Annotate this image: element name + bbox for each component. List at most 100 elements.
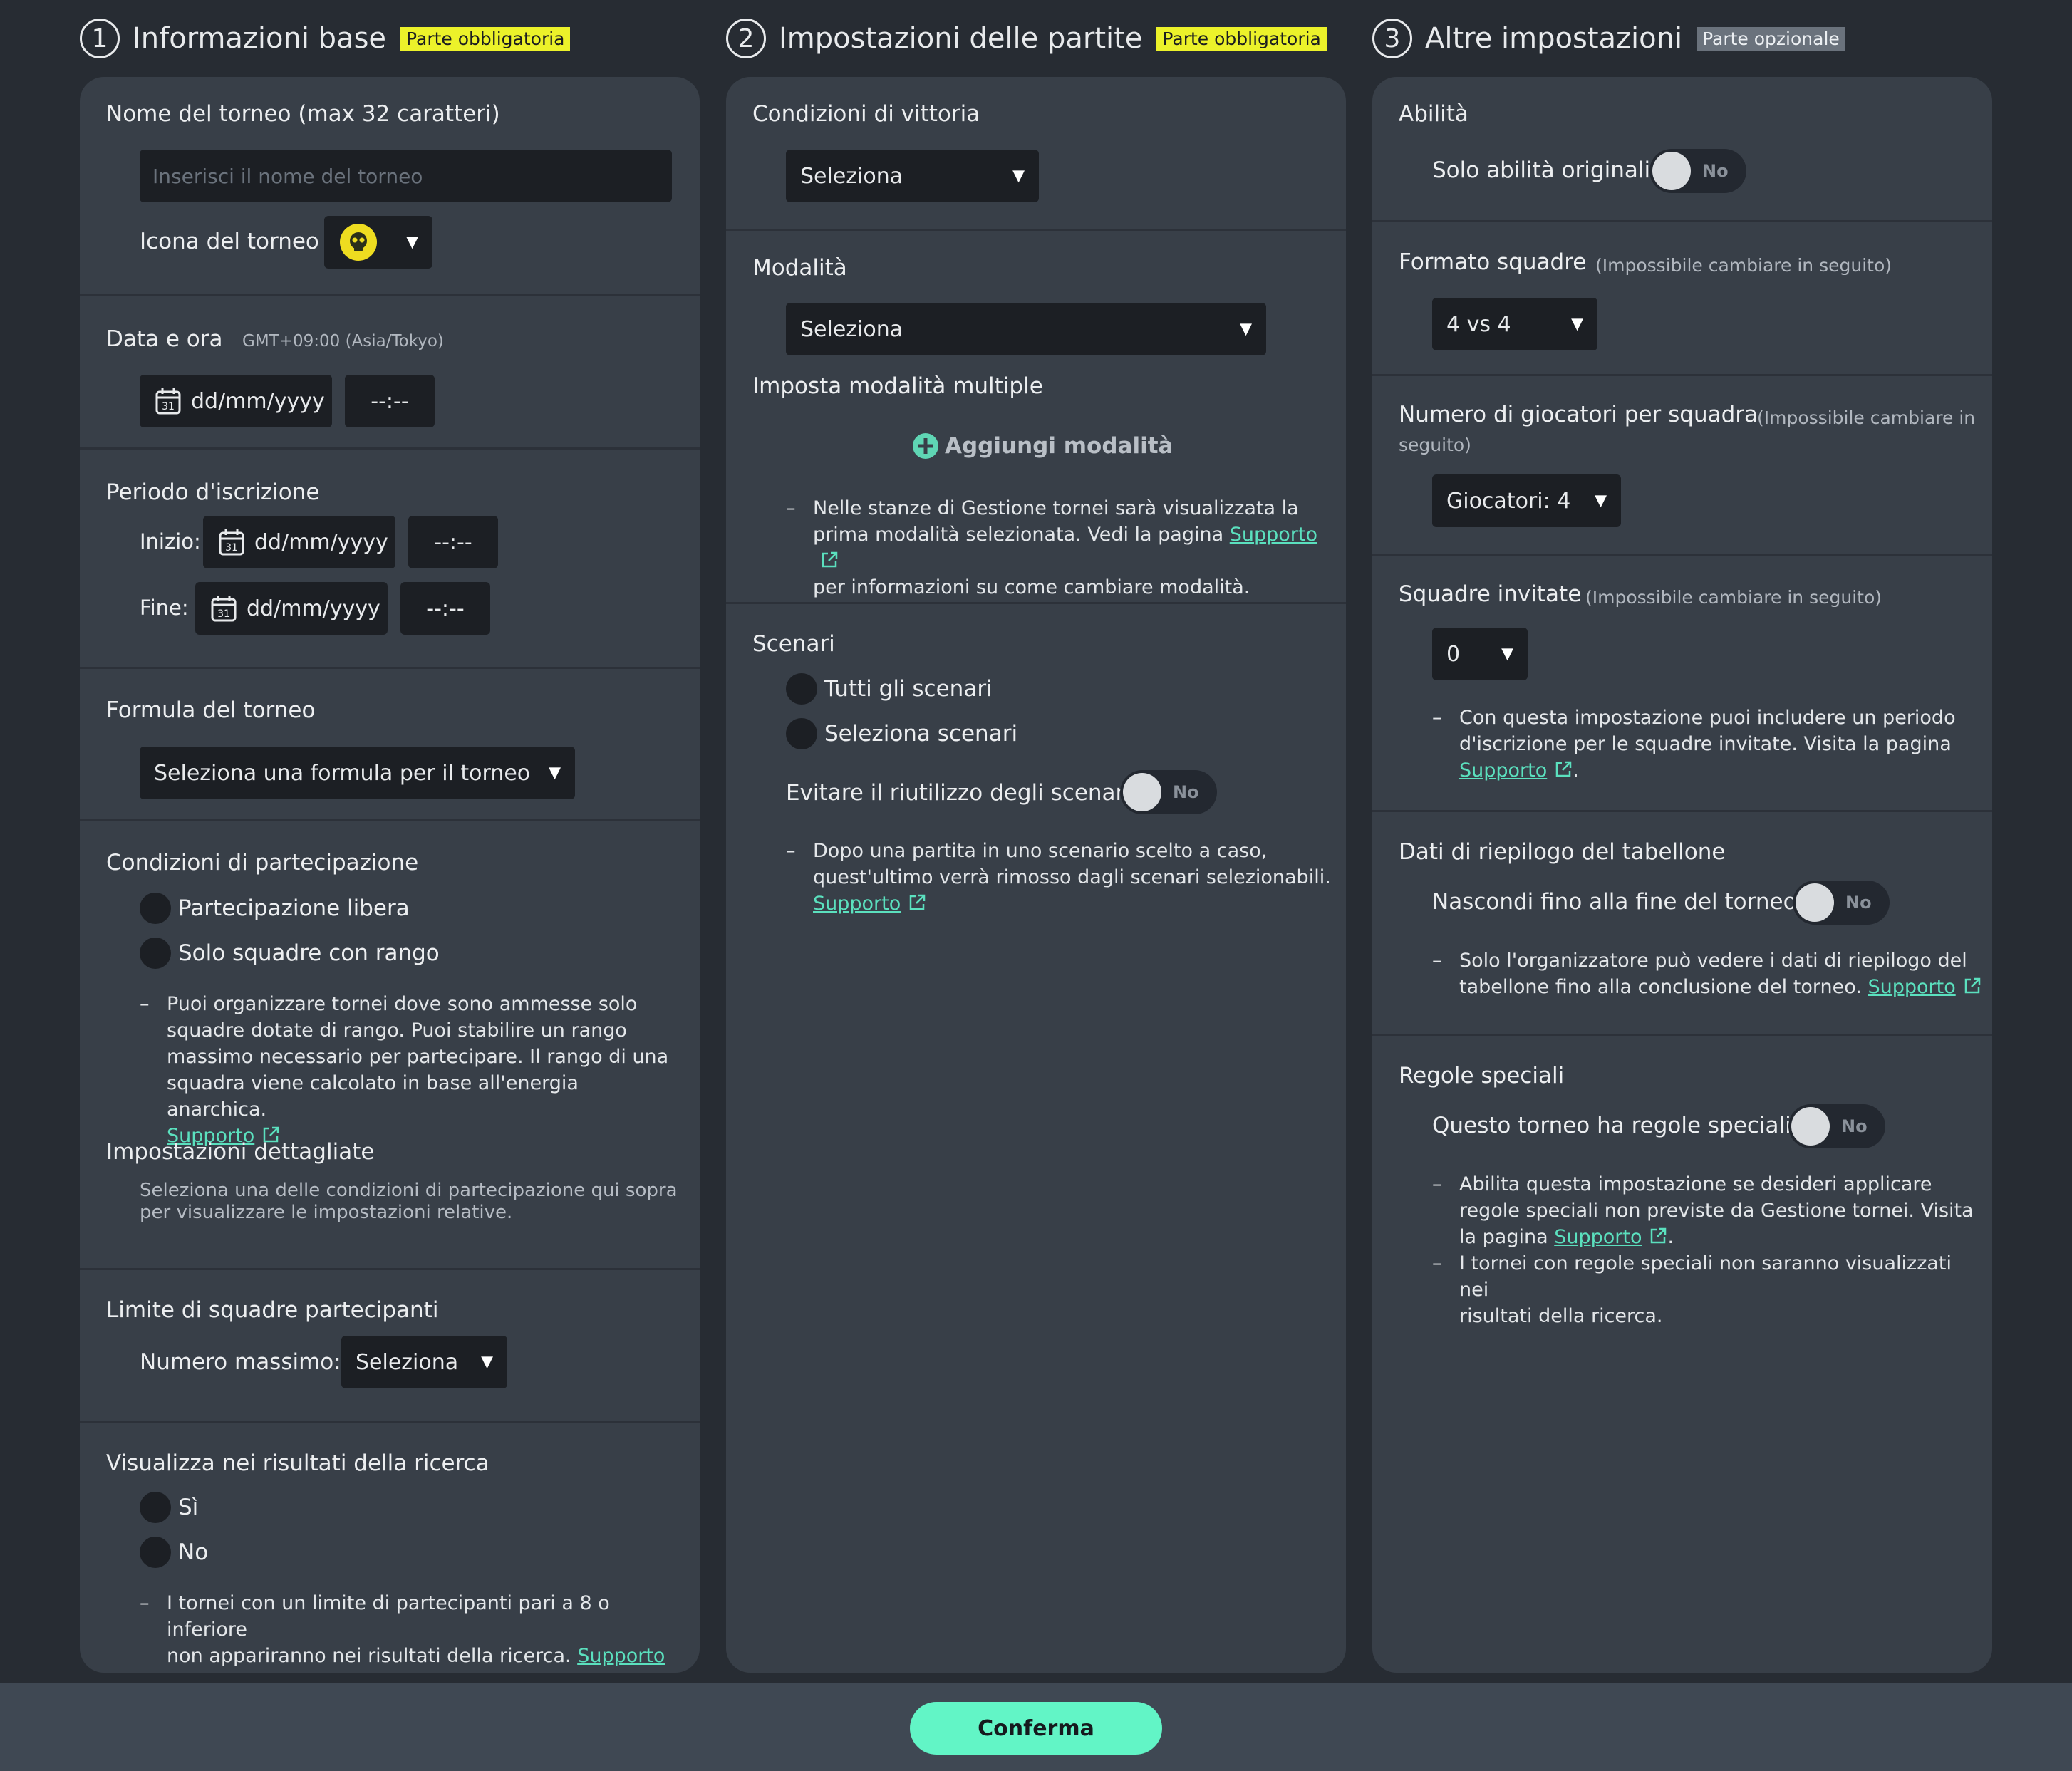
section-label: Limite di squadre partecipanti	[106, 1297, 439, 1323]
special-rules-toggle[interactable]: No	[1788, 1104, 1885, 1148]
formula-dropdown[interactable]: Seleziona una formula per il torneo ▼	[140, 747, 575, 799]
support-link[interactable]: Supporto	[1868, 976, 1955, 998]
radio-button[interactable]	[786, 718, 817, 749]
section-label: Scenari	[752, 631, 835, 657]
radio-button[interactable]	[140, 938, 171, 969]
optional-badge: Parte opzionale	[1697, 26, 1845, 51]
tournament-name-input[interactable]	[140, 150, 672, 202]
radio-select-scenarios[interactable]: Seleziona scenari	[786, 718, 1017, 749]
section-label: Condizioni di vittoria	[752, 101, 980, 127]
special-rules-search-note: – I tornei con regole speciali non saran…	[1432, 1252, 1952, 1327]
support-link[interactable]: Supporto	[1459, 759, 1547, 781]
multiple-modes-label: Imposta modalità multiple	[752, 373, 1043, 399]
external-link-icon	[1963, 977, 1982, 995]
external-link-icon	[1649, 1227, 1667, 1245]
section-abilities: Abilità Solo abilità originali No	[1372, 77, 1992, 222]
cannot-change-note: (Impossibile cambiare in seguito)	[1595, 255, 1892, 276]
summary-note: – Solo l'organizzatore può vedere i dati…	[1432, 947, 1985, 1000]
tournament-icon-preview	[340, 224, 377, 261]
start-date-input[interactable]: dd/mm/yyyy	[203, 516, 395, 568]
section-victory-conditions: Condizioni di vittoria Seleziona ▼	[726, 77, 1346, 231]
radio-label: Sì	[178, 1495, 199, 1520]
mode-dropdown[interactable]: Seleziona ▼	[786, 303, 1266, 355]
radio-button[interactable]	[786, 673, 817, 705]
column-basic-info: 1 Informazioni base Parte obbligatoria N…	[80, 0, 700, 1673]
basic-info-panel: Nome del torneo (max 32 caratteri) Icona…	[80, 77, 700, 1673]
radio-ranked-only[interactable]: Solo squadre con rango	[140, 938, 440, 969]
max-number-label: Numero massimo:	[140, 1349, 341, 1375]
avoid-reuse-toggle[interactable]: No	[1120, 770, 1217, 814]
radio-all-scenarios[interactable]: Tutti gli scenari	[786, 673, 993, 705]
skull-emblem-icon	[350, 232, 367, 251]
radio-label: Partecipazione libera	[178, 895, 410, 921]
section-invited-teams: Squadre invitate (Impossibile cambiare i…	[1372, 556, 1992, 812]
support-link[interactable]: Supporto	[1230, 524, 1317, 546]
section-label: Regole speciali	[1399, 1063, 1565, 1089]
special-rules-note: – Abilita questa impostazione se desider…	[1432, 1173, 1974, 1248]
section-team-limit: Limite di squadre partecipanti Numero ma…	[80, 1270, 700, 1423]
team-format-value: 4 vs 4	[1446, 311, 1511, 337]
support-link[interactable]: Supporto	[1554, 1226, 1642, 1248]
victory-value: Seleziona	[800, 163, 903, 189]
start-label: Inizio:	[140, 529, 201, 554]
radio-search-yes[interactable]: Sì	[140, 1492, 198, 1523]
max-teams-value: Seleziona	[356, 1349, 459, 1375]
section-label: Periodo d'iscrizione	[106, 479, 320, 505]
add-mode-button[interactable]: Aggiungi modalità	[912, 432, 1173, 459]
section-label: Numero di giocatori per squadra	[1399, 402, 1758, 427]
cannot-change-note-cont: seguito)	[1399, 435, 1471, 455]
chevron-down-icon: ▼	[1501, 645, 1513, 663]
radio-free-participation[interactable]: Partecipazione libera	[140, 893, 410, 924]
toggle-state: No	[1841, 1116, 1868, 1136]
chevron-down-icon: ▼	[549, 764, 561, 782]
toggle-state: No	[1702, 161, 1729, 181]
column-title: Informazioni base	[133, 22, 387, 55]
plus-circle-icon	[913, 433, 938, 459]
max-teams-dropdown[interactable]: Seleziona ▼	[341, 1336, 507, 1388]
chevron-down-icon: ▼	[1240, 320, 1252, 338]
calendar-icon	[155, 388, 181, 415]
column-title: Altre impostazioni	[1425, 22, 1683, 55]
confirm-button[interactable]: Conferma	[910, 1702, 1162, 1755]
time-input[interactable]: --:--	[345, 375, 435, 427]
support-link[interactable]: Supporto	[577, 1645, 665, 1667]
end-time-input[interactable]: --:--	[400, 582, 490, 635]
column-match-settings: 2 Impostazioni delle partite Parte obbli…	[726, 0, 1346, 1673]
section-label: Condizioni di partecipazione	[106, 850, 419, 876]
chevron-down-icon: ▼	[481, 1353, 493, 1371]
hide-summary-toggle[interactable]: No	[1793, 881, 1890, 925]
toggle-knob	[1123, 773, 1161, 811]
toggle-state: No	[1173, 782, 1199, 802]
victory-dropdown[interactable]: Seleziona ▼	[786, 150, 1039, 202]
section-bracket-summary: Dati di riepilogo del tabellone Nascondi…	[1372, 812, 1992, 1036]
team-format-dropdown[interactable]: 4 vs 4 ▼	[1432, 298, 1597, 350]
formula-value: Seleziona una formula per il torneo	[154, 760, 531, 786]
original-abilities-toggle[interactable]: No	[1649, 149, 1746, 193]
mode-note: – Nelle stanze di Gestione tornei sarà v…	[786, 497, 1318, 598]
section-label: Modalità	[752, 255, 847, 281]
mode-value: Seleziona	[800, 316, 903, 342]
radio-button[interactable]	[140, 1537, 171, 1568]
radio-search-no[interactable]: No	[140, 1537, 208, 1568]
toggle-state: No	[1845, 893, 1872, 913]
toggle-knob	[1791, 1107, 1830, 1146]
time-placeholder: --:--	[434, 529, 472, 555]
required-badge: Parte obbligatoria	[1156, 26, 1327, 51]
radio-button[interactable]	[140, 893, 171, 924]
players-dropdown[interactable]: Giocatori: 4 ▼	[1432, 474, 1621, 527]
section-label: Abilità	[1399, 101, 1468, 127]
radio-button[interactable]	[140, 1492, 171, 1523]
start-time-input[interactable]: --:--	[408, 516, 498, 568]
section-registration-period: Periodo d'iscrizione Inizio: dd/mm/yyyy …	[80, 450, 700, 669]
other-settings-panel: Abilità Solo abilità originali No Format…	[1372, 77, 1992, 1673]
support-link[interactable]: Supporto	[813, 893, 901, 915]
chevron-down-icon: ▼	[1012, 167, 1025, 185]
end-date-input[interactable]: dd/mm/yyyy	[195, 582, 388, 635]
time-placeholder: --:--	[371, 388, 409, 414]
invited-teams-dropdown[interactable]: 0 ▼	[1432, 628, 1528, 680]
add-mode-label: Aggiungi modalità	[945, 433, 1174, 459]
date-input[interactable]: dd/mm/yyyy	[140, 375, 332, 427]
time-placeholder: --:--	[426, 596, 465, 621]
tournament-icon-dropdown[interactable]: ▼	[324, 216, 432, 269]
date-placeholder: dd/mm/yyyy	[254, 529, 388, 555]
